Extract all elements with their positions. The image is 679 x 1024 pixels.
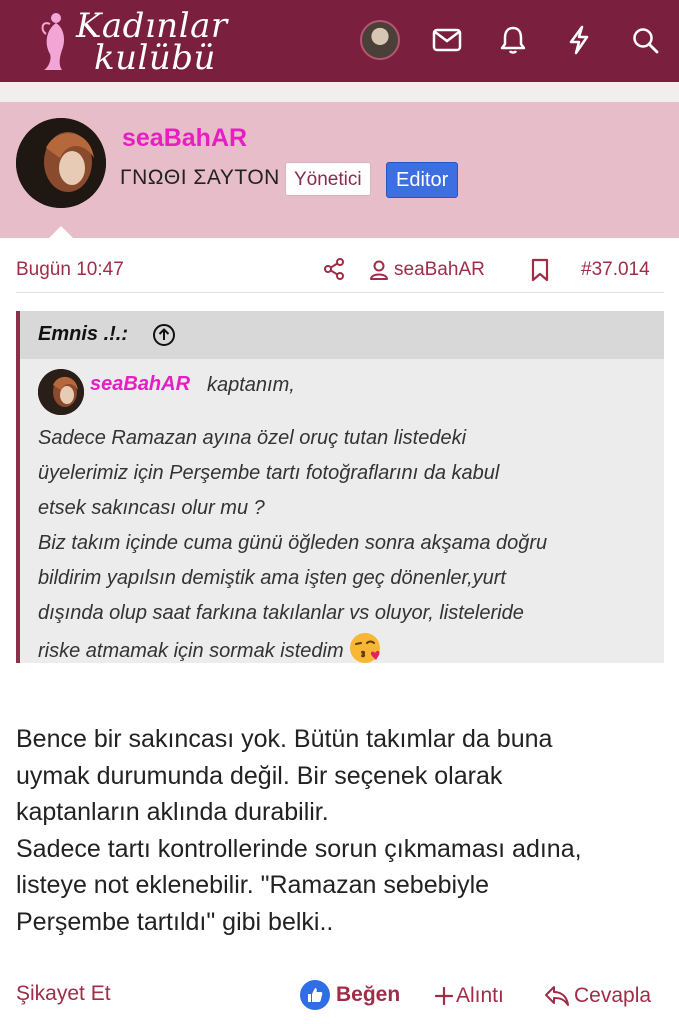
meta-divider xyxy=(16,292,664,293)
quote-line: etsek sakıncası olur mu ? xyxy=(38,497,265,519)
post-body-line: kaptanların aklında durabilir. xyxy=(16,798,329,826)
quote-line: dışında olup saat farkına takılanlar vs … xyxy=(38,602,524,624)
plus-icon xyxy=(434,986,454,1006)
quote-text-after-mention: kaptanım, xyxy=(207,374,295,396)
quote-line: Sadece Ramazan ayına özel oruç tutan lis… xyxy=(38,427,467,449)
post-body-line: Perşembe tartıldı" gibi belki.. xyxy=(16,907,334,936)
reply-button[interactable]: Cevapla xyxy=(544,982,651,1010)
like-button[interactable]: Beğen xyxy=(300,979,400,1011)
post-body-line: uymak durumunda değil. Bir seçenek olara… xyxy=(16,761,503,790)
search-icon[interactable] xyxy=(629,24,661,56)
quote-line-text: riske atmamak için sormak istedim xyxy=(38,640,344,662)
user-icon xyxy=(370,260,388,280)
post-body: Bence bir sakıncası yok. Bütün takımlar … xyxy=(16,721,666,940)
post-body-line: listeye not eklenebilir. "Ramazan sebebi… xyxy=(16,871,490,899)
header-divider xyxy=(0,82,679,102)
editor-badge: Editor xyxy=(386,162,459,198)
quote-mention-avatar[interactable] xyxy=(38,369,84,415)
post-timestamp[interactable]: Bugün 10:47 xyxy=(16,259,124,281)
mail-icon[interactable] xyxy=(431,24,463,56)
reply-button-label: Cevapla xyxy=(574,984,652,1007)
post-author-link-label: seaBahAR xyxy=(394,259,485,280)
site-logo[interactable]: Kadınlar kulübü xyxy=(40,4,230,78)
post-author-link[interactable]: seaBahAR xyxy=(368,258,485,282)
admin-badge: Yönetici xyxy=(285,162,371,196)
logo-text-line2: kulübü xyxy=(94,38,216,78)
top-navigation-bar: Kadınlar kulübü xyxy=(0,0,679,82)
author-username[interactable]: seaBahAR xyxy=(122,124,247,153)
quote-line: Biz takım içinde cuma günü öğleden sonra… xyxy=(38,532,548,554)
report-button[interactable]: Şikayet Et xyxy=(16,982,111,1006)
post-number[interactable]: #37.014 xyxy=(581,259,650,281)
logo-figure-icon xyxy=(41,13,64,70)
quote-mention[interactable]: seaBahAR xyxy=(90,373,190,396)
bell-icon[interactable] xyxy=(497,24,529,56)
panel-pointer xyxy=(48,226,74,239)
bookmark-icon[interactable] xyxy=(529,258,551,282)
author-avatar[interactable] xyxy=(16,118,106,208)
quote-button[interactable]: Alıntı xyxy=(434,982,504,1010)
quote-header[interactable]: Emnis .!.: xyxy=(20,311,664,359)
quote-author: Emnis .!.: xyxy=(38,323,129,345)
quote-line: üyelerimiz için Perşembe tartı fotoğrafl… xyxy=(38,462,500,484)
quote-line-last: riske atmamak için sormak istedim xyxy=(38,631,658,669)
lightning-icon[interactable] xyxy=(563,24,595,56)
user-avatar[interactable] xyxy=(360,20,400,60)
quote-text: Sadece Ramazan ayına özel oruç tutan lis… xyxy=(38,421,658,669)
arrow-up-circle-icon[interactable] xyxy=(152,323,176,347)
quote-button-label: Alıntı xyxy=(456,984,504,1007)
post-body-line: Bence bir sakıncası yok. Bütün takımlar … xyxy=(16,725,553,753)
quote-block: Emnis .!.: seaBahAR kaptanım, Sadece Ram… xyxy=(16,311,664,663)
share-icon[interactable] xyxy=(322,257,346,281)
like-button-label: Beğen xyxy=(336,983,401,1006)
author-user-title: ΓΝΩΘΙ ΣΑΥΤΟΝ xyxy=(120,166,280,189)
kiss-emoji-icon xyxy=(349,633,380,663)
post-body-line: Sadece tartı kontrollerinde sorun çıkmam… xyxy=(16,834,582,863)
reply-arrow-icon xyxy=(545,986,569,1006)
thumbs-up-icon xyxy=(300,980,330,1010)
quote-line: bildirim yapılsın demiştik ama işten geç… xyxy=(38,567,506,589)
